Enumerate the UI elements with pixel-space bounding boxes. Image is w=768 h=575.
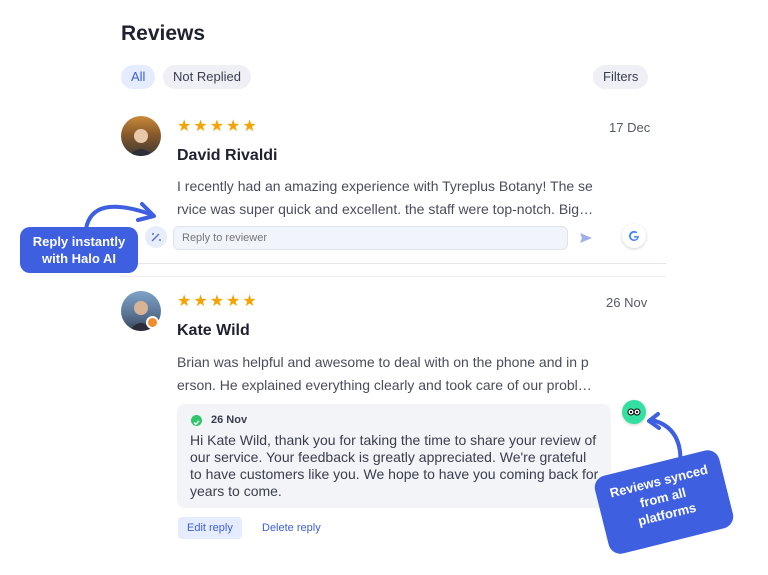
star-icon: ★ (177, 118, 192, 135)
filters-button[interactable]: Filters (593, 65, 649, 89)
reviewer-name: David Rivaldi (177, 147, 278, 164)
send-icon (580, 233, 592, 243)
reviewer-name: Kate Wild (177, 322, 250, 339)
reply-text: Hi Kate Wild, thank you for taking the t… (190, 432, 599, 499)
tripadvisor-logo (627, 408, 641, 416)
edit-reply-button[interactable]: Edit reply (178, 517, 242, 539)
divider (121, 263, 666, 264)
reply-date: 26 Nov (211, 414, 248, 426)
star-icon: ★ (209, 118, 225, 135)
star-icon: ★ (226, 293, 241, 310)
review-date: 17 Dec (609, 120, 651, 135)
star-rating: ★ ★ ★ ★ ★ (177, 294, 257, 310)
divider (121, 276, 666, 277)
review-text: I recently had an amazing experience wit… (177, 175, 647, 221)
filter-all-tab[interactable]: All (121, 65, 156, 89)
google-icon (622, 224, 646, 248)
review-text: Brian was helpful and awesome to deal wi… (177, 351, 647, 397)
review-date: 26 Nov (606, 295, 648, 310)
star-icon: ★ (177, 293, 192, 310)
page-title: Reviews (121, 22, 206, 45)
star-rating: ★ ★ ★ ★ ★ (177, 119, 257, 135)
magic-wand-icon (151, 233, 161, 242)
platform-badge (146, 316, 159, 329)
review-text-line: Brian was helpful and awesome to deal wi… (177, 354, 589, 370)
star-icon: ★ (209, 293, 225, 310)
reply-input[interactable] (173, 226, 568, 250)
review-text-line: erson. He explained everything clearly a… (177, 377, 592, 393)
star-icon: ★ (242, 293, 257, 310)
reply-box: 26 Nov Hi Kate Wild, thank you for takin… (177, 404, 611, 508)
star-icon: ★ (193, 293, 208, 310)
callout-text: Reply instantly (32, 234, 126, 249)
send-button[interactable] (575, 227, 597, 249)
check-icon (191, 415, 202, 426)
review-text-line: rvice was super quick and excellent. the… (177, 201, 594, 217)
google-logo (629, 230, 639, 241)
delete-reply-button[interactable]: Delete reply (253, 517, 330, 539)
callout-reviews-synced: Reviews synced from all platforms (592, 447, 736, 557)
review-text-line: I recently had an amazing experience wit… (177, 178, 593, 194)
star-icon: ★ (242, 118, 257, 135)
avatar-photo (129, 129, 153, 156)
checkmark (193, 420, 200, 426)
star-icon: ★ (226, 118, 241, 135)
arrow-icon (84, 202, 156, 231)
avatar (121, 116, 161, 156)
callout-text: with Halo AI (42, 251, 116, 266)
filter-not-replied-tab[interactable]: Not Replied (163, 65, 251, 89)
star-icon: ★ (193, 118, 208, 135)
callout-reply-instantly: Reply instantly with Halo AI (20, 227, 138, 273)
